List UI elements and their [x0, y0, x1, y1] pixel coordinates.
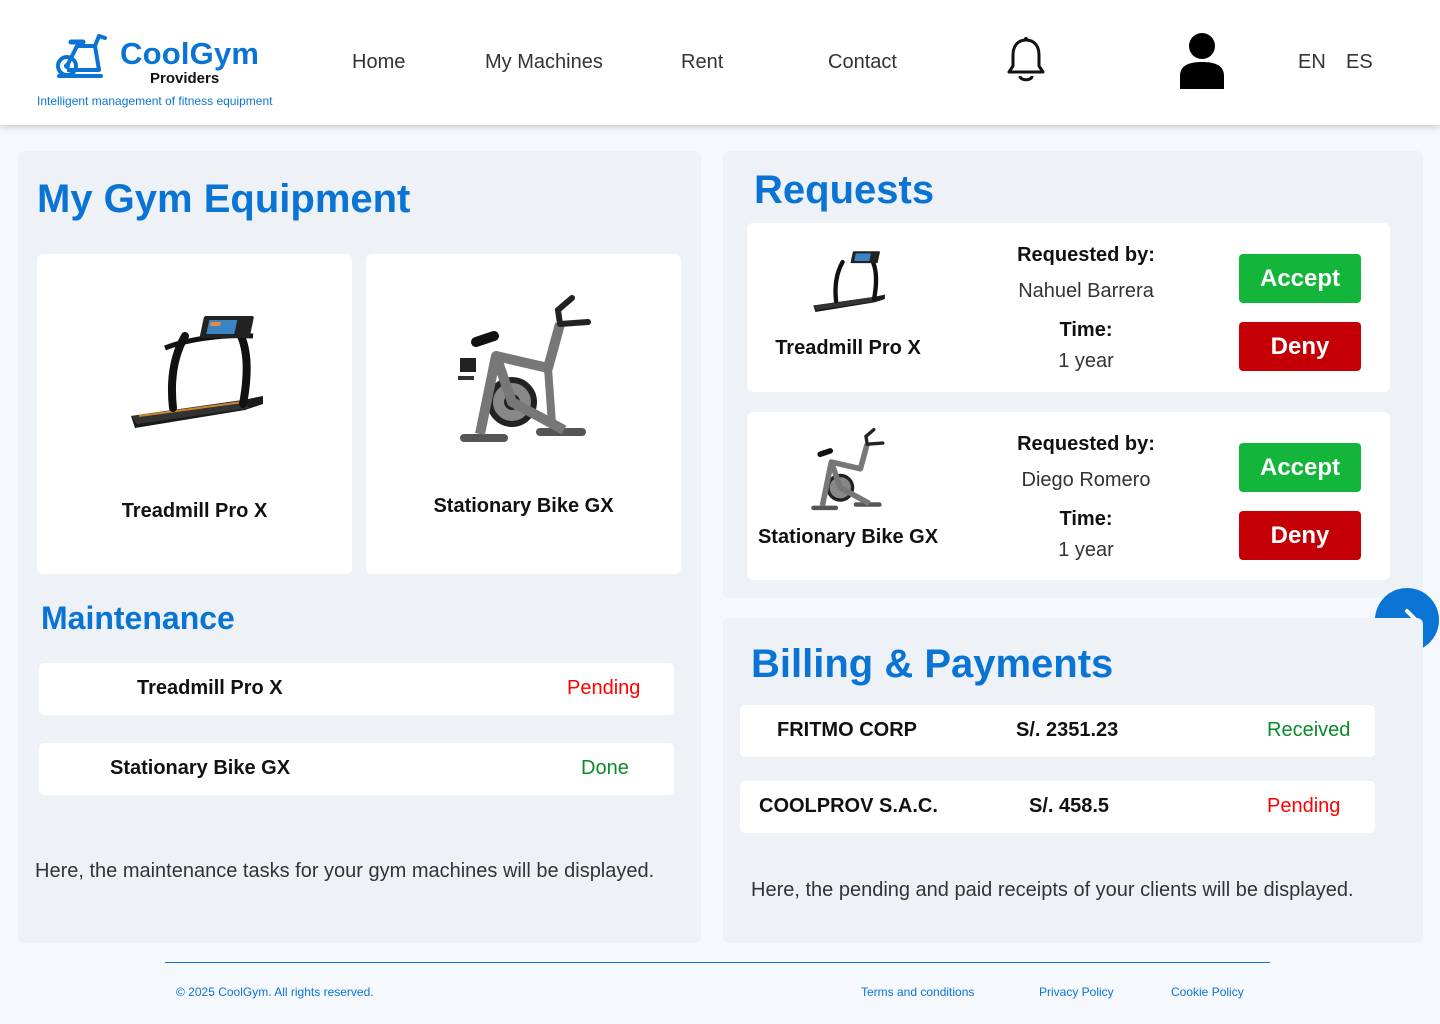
requested-by-label: Requested by: — [1017, 433, 1155, 455]
billing-status: Received — [1267, 719, 1351, 741]
request-card: Treadmill Pro X Requested by: Nahuel Bar… — [747, 223, 1390, 392]
billing-status: Pending — [1267, 795, 1341, 817]
bike-thumbnail — [809, 427, 885, 520]
brand-sub: Providers — [150, 70, 220, 87]
deny-button[interactable]: Deny — [1239, 322, 1361, 371]
lang-en[interactable]: EN — [1298, 51, 1326, 74]
nav-rent[interactable]: Rent — [681, 51, 723, 74]
billing-note: Here, the pending and paid receipts of y… — [751, 879, 1354, 901]
maintenance-machine: Stationary Bike GX — [110, 757, 291, 779]
accept-button[interactable]: Accept — [1239, 443, 1361, 492]
request-time: 1 year — [1058, 350, 1114, 372]
requests-title: Requests — [754, 168, 935, 212]
equipment-title: My Gym Equipment — [37, 177, 411, 221]
maintenance-row[interactable]: Treadmill Pro X Pending — [39, 663, 674, 715]
request-card: Stationary Bike GX Requested by: Diego R… — [747, 412, 1390, 580]
maintenance-title: Maintenance — [41, 600, 235, 636]
requests-panel: Requests Treadmill Pro X Requested by: N… — [723, 151, 1423, 598]
equipment-card-treadmill[interactable]: Treadmill Pro X — [37, 254, 352, 574]
equipment-card-bike[interactable]: Stationary Bike GX — [366, 254, 681, 574]
requester-name: Diego Romero — [1021, 469, 1151, 491]
requested-by-label: Requested by: — [1017, 244, 1155, 266]
time-label: Time: — [1059, 319, 1113, 341]
footer-cookie-link[interactable]: Cookie Policy — [1171, 985, 1244, 999]
billing-row[interactable]: COOLPROV S.A.C. S/. 458.5 Pending — [740, 781, 1375, 833]
treadmill-thumbnail — [810, 249, 886, 322]
footer-terms-link[interactable]: Terms and conditions — [861, 985, 974, 999]
deny-button[interactable]: Deny — [1239, 511, 1361, 560]
maintenance-machine: Treadmill Pro X — [137, 677, 283, 699]
bell-icon[interactable] — [1005, 36, 1047, 91]
request-time: 1 year — [1058, 539, 1114, 561]
maintenance-row[interactable]: Stationary Bike GX Done — [39, 743, 674, 795]
nav-contact[interactable]: Contact — [828, 51, 897, 74]
brand-name[interactable]: CoolGym — [120, 36, 259, 72]
nav-home[interactable]: Home — [352, 51, 405, 74]
footer-copyright: © 2025 CoolGym. All rights reserved. — [176, 985, 374, 999]
billing-client: COOLPROV S.A.C. — [759, 795, 938, 817]
accept-button[interactable]: Accept — [1239, 254, 1361, 303]
maintenance-note: Here, the maintenance tasks for your gym… — [35, 860, 655, 882]
billing-amount: S/. 458.5 — [1029, 795, 1110, 817]
lang-es[interactable]: ES — [1346, 51, 1373, 74]
billing-client: FRITMO CORP — [777, 719, 917, 741]
exercise-bike-icon[interactable] — [55, 33, 107, 83]
brand-tagline: Intelligent management of fitness equipm… — [37, 94, 273, 108]
maintenance-status: Pending — [567, 677, 641, 699]
billing-row[interactable]: FRITMO CORP S/. 2351.23 Received — [740, 705, 1375, 757]
billing-amount: S/. 2351.23 — [1016, 719, 1119, 741]
equipment-panel: My Gym Equipment Treadmill Pro X Station… — [18, 151, 701, 943]
billing-panel: Billing & Payments FRITMO CORP S/. 2351.… — [723, 618, 1423, 943]
equipment-name: Treadmill Pro X — [121, 500, 268, 522]
footer-privacy-link[interactable]: Privacy Policy — [1039, 985, 1114, 999]
requester-name: Nahuel Barrera — [1018, 280, 1154, 302]
maintenance-status: Done — [581, 757, 629, 779]
footer-divider — [165, 962, 1270, 963]
equipment-name: Stationary Bike GX — [433, 495, 614, 517]
request-machine: Treadmill Pro X — [775, 337, 921, 359]
treadmill-image — [125, 312, 265, 442]
billing-title: Billing & Payments — [751, 642, 1114, 686]
user-icon[interactable] — [1178, 32, 1226, 95]
nav-my-machines[interactable]: My Machines — [485, 51, 603, 74]
bike-image — [456, 294, 592, 455]
top-header: CoolGym Providers Intelligent management… — [0, 0, 1440, 125]
time-label: Time: — [1059, 508, 1113, 530]
request-machine: Stationary Bike GX — [757, 526, 939, 548]
